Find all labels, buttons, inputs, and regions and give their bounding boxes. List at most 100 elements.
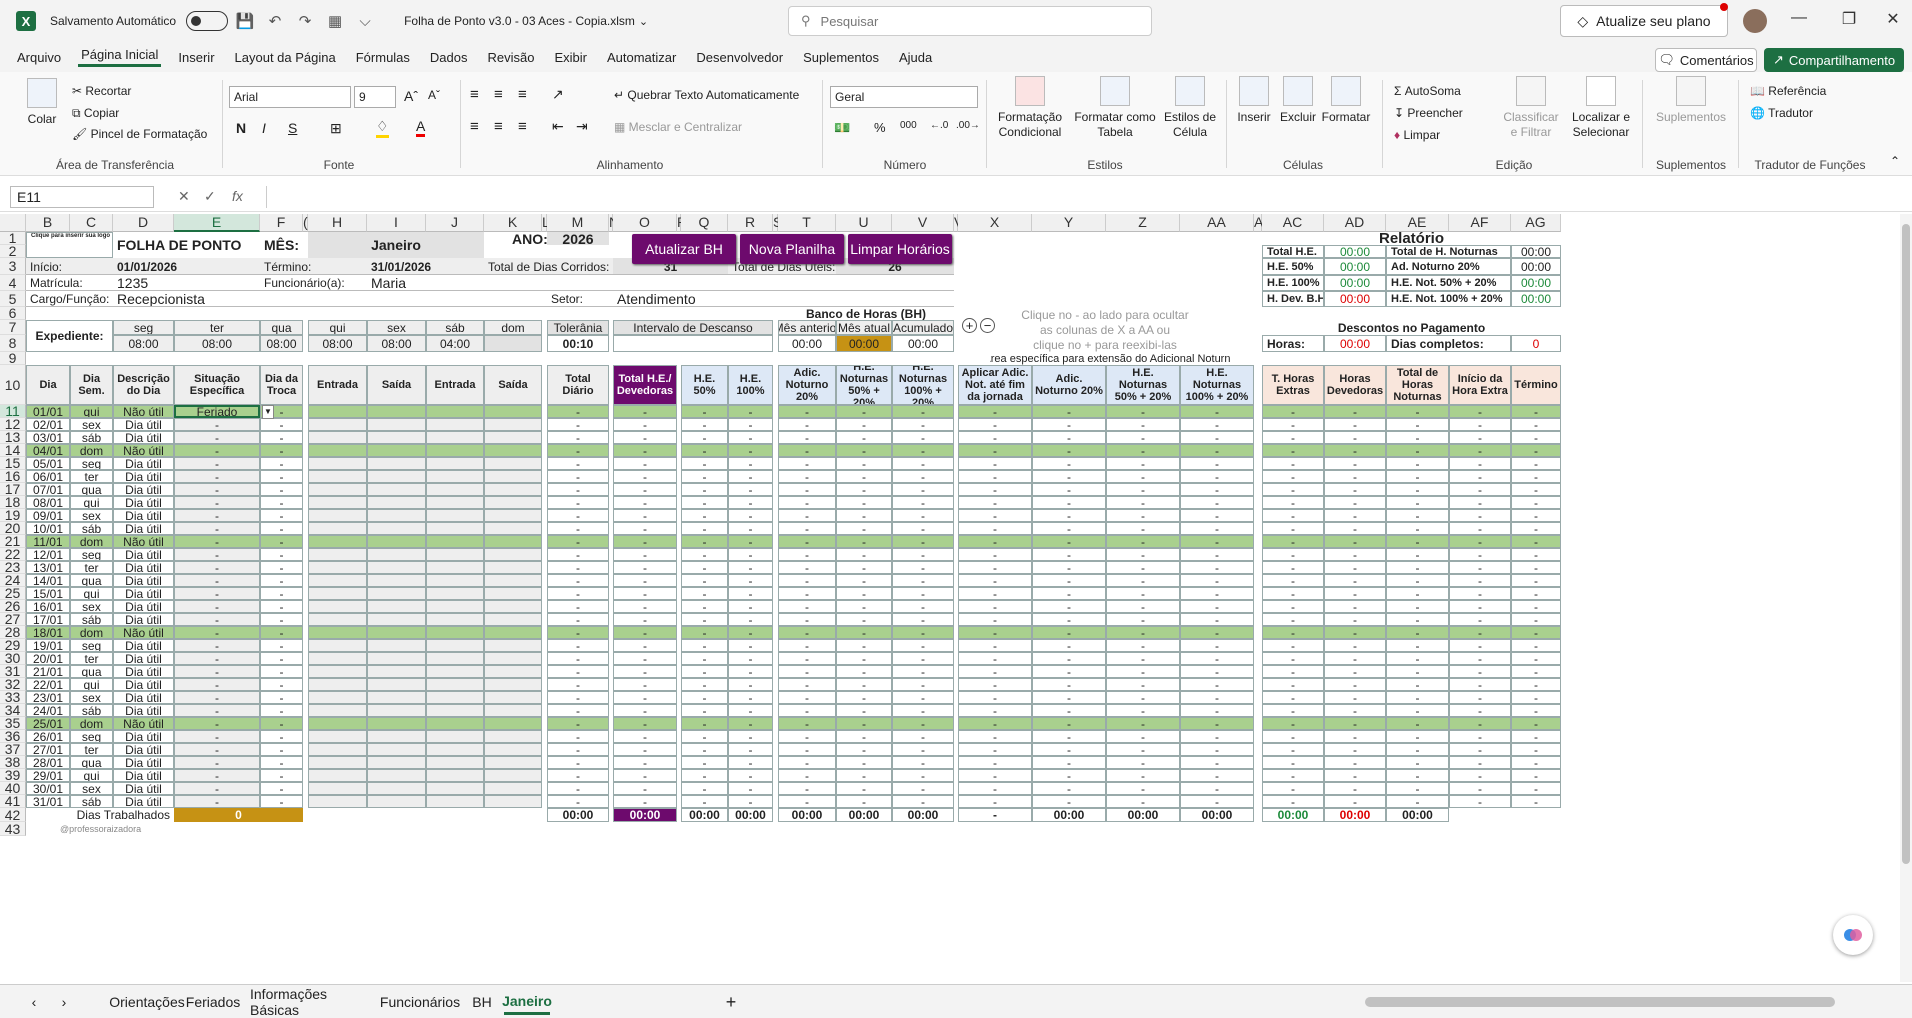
day-situation[interactable]: - <box>174 704 260 717</box>
day-situation[interactable]: - <box>174 782 260 795</box>
day-situation[interactable]: - <box>174 444 260 457</box>
chevron-down-icon[interactable]: ⌄ <box>639 15 648 28</box>
bank-hours-value[interactable]: 00:00 <box>836 335 892 352</box>
time-entry[interactable] <box>484 405 542 418</box>
time-entry[interactable] <box>484 639 542 652</box>
employee-value[interactable]: Maria <box>367 275 954 291</box>
time-entry[interactable] <box>308 613 367 626</box>
time-entry[interactable] <box>367 496 426 509</box>
column-header[interactable]: AE <box>1386 214 1449 232</box>
day-situation[interactable]: - <box>174 639 260 652</box>
autosum-button[interactable]: Σ AutoSoma <box>1394 84 1461 98</box>
time-entry[interactable] <box>484 756 542 769</box>
time-entry[interactable] <box>308 769 367 782</box>
expediente-hours[interactable]: 08:00 <box>367 335 426 352</box>
time-entry[interactable] <box>367 561 426 574</box>
time-entry[interactable] <box>308 574 367 587</box>
scrollbar-thumb[interactable] <box>1902 224 1910 864</box>
menu-exibir[interactable]: Exibir <box>551 50 590 65</box>
time-entry[interactable] <box>484 561 542 574</box>
time-entry[interactable] <box>426 548 484 561</box>
day-situation[interactable]: - <box>174 678 260 691</box>
close-icon[interactable]: ✕ <box>1878 9 1908 29</box>
sheet-tab-orienta-es[interactable]: Orientações <box>104 989 190 1015</box>
wrap-text-button[interactable]: ↵ Quebrar Texto Automaticamente <box>614 88 799 102</box>
name-box[interactable]: E11 <box>10 186 154 208</box>
day-situation[interactable]: - <box>174 561 260 574</box>
time-entry[interactable] <box>484 522 542 535</box>
time-entry[interactable] <box>484 626 542 639</box>
function-icon[interactable]: fx <box>232 188 243 204</box>
currency-icon[interactable]: 💵 <box>834 120 850 136</box>
underline-icon[interactable]: S <box>288 120 297 136</box>
next-sheet-icon[interactable]: › <box>54 989 74 1015</box>
avatar[interactable] <box>1743 9 1767 33</box>
day-situation[interactable]: - <box>174 574 260 587</box>
row-header[interactable]: 10 <box>0 365 26 405</box>
font-name-select[interactable]: Arial <box>229 86 351 108</box>
time-entry[interactable] <box>367 509 426 522</box>
time-entry[interactable] <box>484 730 542 743</box>
tolerance-value[interactable]: 00:10 <box>547 335 609 352</box>
font-color-icon[interactable]: A <box>416 118 426 137</box>
percent-icon[interactable]: % <box>874 120 886 135</box>
day-situation[interactable]: - <box>174 496 260 509</box>
expediente-hours[interactable]: 08:00 <box>113 335 174 352</box>
time-entry[interactable] <box>426 691 484 704</box>
menu-layout-da-p-gina[interactable]: Layout da Página <box>232 50 339 65</box>
expand-columns-icon[interactable]: + <box>962 318 977 333</box>
prev-sheet-icon[interactable]: ‹ <box>24 989 44 1015</box>
dropdown-arrow-icon[interactable]: ▼ <box>262 405 274 419</box>
time-entry[interactable] <box>308 691 367 704</box>
menu-automatizar[interactable]: Automatizar <box>604 50 679 65</box>
orientation-icon[interactable]: ↗ <box>552 86 564 103</box>
time-entry[interactable] <box>484 587 542 600</box>
day-situation[interactable]: - <box>174 691 260 704</box>
column-header[interactable]: H <box>308 214 367 232</box>
restore-icon[interactable]: ❐ <box>1834 9 1864 29</box>
time-entry[interactable] <box>308 587 367 600</box>
time-entry[interactable] <box>426 626 484 639</box>
time-entry[interactable] <box>308 431 367 444</box>
day-situation[interactable]: - <box>174 457 260 470</box>
column-header[interactable]: Q <box>681 214 728 232</box>
end-date[interactable]: 31/01/2026 <box>367 258 484 275</box>
column-header[interactable]: AA <box>1180 214 1254 232</box>
expediente-hours[interactable]: 08:00 <box>260 335 303 352</box>
formula-input[interactable] <box>266 186 1900 208</box>
time-entry[interactable] <box>426 405 484 418</box>
time-entry[interactable] <box>426 483 484 496</box>
sector-value[interactable]: Atendimento <box>613 291 954 307</box>
year-value[interactable]: 2026 <box>547 232 609 245</box>
column-header[interactable]: V <box>892 214 954 232</box>
time-entry[interactable] <box>367 678 426 691</box>
menu-desenvolvedor[interactable]: Desenvolvedor <box>693 50 786 65</box>
time-entry[interactable] <box>484 483 542 496</box>
time-entry[interactable] <box>426 769 484 782</box>
time-entry[interactable] <box>484 743 542 756</box>
bank-hours-value[interactable]: 00:00 <box>778 335 836 352</box>
sort-filter-button[interactable]: Classificar e Filtrar <box>1502 76 1560 140</box>
collapse-columns-icon[interactable]: − <box>980 318 995 333</box>
column-header[interactable]: AG <box>1511 214 1561 232</box>
column-header[interactable]: Y <box>1032 214 1106 232</box>
break-value[interactable] <box>613 335 773 352</box>
undo-icon[interactable]: ↶ <box>262 8 288 34</box>
time-entry[interactable] <box>308 730 367 743</box>
time-entry[interactable] <box>308 626 367 639</box>
day-situation[interactable]: - <box>174 522 260 535</box>
new-sheet-button[interactable]: Nova Planilha <box>740 234 844 264</box>
time-entry[interactable] <box>484 613 542 626</box>
addins-button[interactable]: Suplementos <box>1650 76 1732 125</box>
time-entry[interactable] <box>308 639 367 652</box>
increase-indent-icon[interactable]: ⇥ <box>576 118 588 135</box>
time-entry[interactable] <box>308 678 367 691</box>
day-situation[interactable]: - <box>174 509 260 522</box>
bank-hours-value[interactable]: 00:00 <box>892 335 954 352</box>
time-entry[interactable] <box>367 795 426 808</box>
decrease-decimal-icon[interactable]: .00→ <box>956 120 980 131</box>
collapse-ribbon-icon[interactable]: ⌃ <box>1890 154 1900 168</box>
column-header[interactable]: X <box>958 214 1032 232</box>
column-header[interactable]: R <box>728 214 773 232</box>
add-sheet-icon[interactable]: + <box>716 989 746 1015</box>
